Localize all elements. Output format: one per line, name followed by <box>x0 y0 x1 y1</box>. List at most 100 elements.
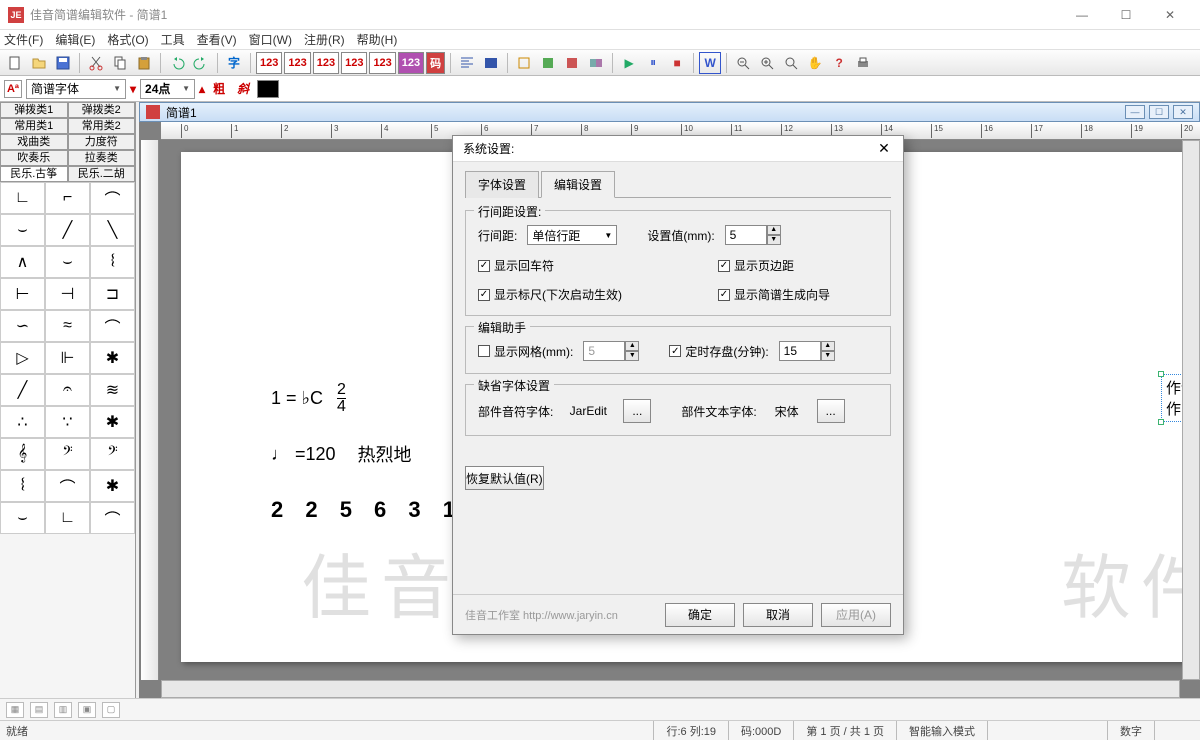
palette-cell-1[interactable]: ⌐ <box>45 182 90 214</box>
tab-edit-settings[interactable]: 编辑设置 <box>541 171 615 198</box>
align-block-button[interactable] <box>480 52 502 74</box>
palette-tab-1[interactable]: 弹拨类2 <box>68 102 136 118</box>
show-ruler-checkbox[interactable]: ✓显示标尺(下次启动生效) <box>478 286 622 303</box>
cancel-button[interactable]: 取消 <box>743 603 813 627</box>
menu-tools[interactable]: 工具 <box>161 31 185 48</box>
cut-button[interactable] <box>85 52 107 74</box>
palette-cell-18[interactable]: ╱ <box>0 374 45 406</box>
code-123-1[interactable]: 123 <box>256 52 282 74</box>
palette-cell-2[interactable]: ⌒ <box>90 182 135 214</box>
font-button[interactable]: 字 <box>223 52 245 74</box>
zoom-fit-button[interactable] <box>780 52 802 74</box>
copy-button[interactable] <box>109 52 131 74</box>
print-button[interactable] <box>852 52 874 74</box>
palette-cell-31[interactable]: ∟ <box>45 502 90 534</box>
palette-cell-20[interactable]: ≋ <box>90 374 135 406</box>
palette-cell-29[interactable]: ✱ <box>90 470 135 502</box>
palette-cell-10[interactable]: ⊣ <box>45 278 90 310</box>
palette-cell-14[interactable]: ⌒ <box>90 310 135 342</box>
palette-cell-17[interactable]: ✱ <box>90 342 135 374</box>
menu-file[interactable]: 文件(F) <box>4 31 43 48</box>
help-button[interactable]: ? <box>828 52 850 74</box>
vertical-scrollbar[interactable] <box>1182 140 1200 680</box>
restore-defaults-button[interactable]: 恢复默认值(R) <box>465 466 544 490</box>
font-size-combo[interactable]: 24点 <box>140 79 195 99</box>
play-button[interactable]: ▶ <box>618 52 640 74</box>
palette-cell-19[interactable]: 𝄐 <box>45 374 90 406</box>
palette-tab-5[interactable]: 力度符 <box>68 134 136 150</box>
palette-cell-23[interactable]: ✱ <box>90 406 135 438</box>
insert-1-button[interactable] <box>513 52 535 74</box>
palette-cell-13[interactable]: ≈ <box>45 310 90 342</box>
view-mode-4[interactable]: ▣ <box>78 702 96 718</box>
palette-cell-9[interactable]: ⊢ <box>0 278 45 310</box>
view-mode-3[interactable]: ▥ <box>54 702 72 718</box>
palette-cell-11[interactable]: ⊐ <box>90 278 135 310</box>
maximize-button[interactable]: ☐ <box>1104 1 1148 29</box>
palette-tab-7[interactable]: 拉奏类 <box>68 150 136 166</box>
view-mode-5[interactable]: ▢ <box>102 702 120 718</box>
palette-cell-26[interactable]: 𝄢 <box>90 438 135 470</box>
align-left-button[interactable] <box>456 52 478 74</box>
new-button[interactable] <box>4 52 26 74</box>
show-grid-checkbox[interactable]: 显示网格(mm): <box>478 343 573 360</box>
palette-tab-6[interactable]: 吹奏乐 <box>0 150 68 166</box>
menu-register[interactable]: 注册(R) <box>304 31 345 48</box>
palette-cell-3[interactable]: ⌣ <box>0 214 45 246</box>
palette-cell-28[interactable]: ⌒ <box>45 470 90 502</box>
italic-button[interactable]: 斜 <box>233 80 253 97</box>
code-123-3[interactable]: 123 <box>313 52 339 74</box>
size-up-button[interactable]: ▴ <box>199 82 205 96</box>
bold-button[interactable]: 粗 <box>209 80 229 97</box>
palette-cell-30[interactable]: ⌣ <box>0 502 45 534</box>
menu-view[interactable]: 查看(V) <box>197 31 237 48</box>
menu-help[interactable]: 帮助(H) <box>357 31 398 48</box>
show-return-checkbox[interactable]: ✓显示回车符 <box>478 257 554 274</box>
hand-button[interactable]: ✋ <box>804 52 826 74</box>
menu-edit[interactable]: 编辑(E) <box>55 31 95 48</box>
palette-cell-22[interactable]: ∵ <box>45 406 90 438</box>
view-mode-1[interactable]: ▦ <box>6 702 24 718</box>
stop-button[interactable]: ■ <box>666 52 688 74</box>
palette-cell-7[interactable]: ⌣ <box>45 246 90 278</box>
palette-tab-8[interactable]: 民乐.古筝 <box>0 166 68 182</box>
grid-value-spinner[interactable]: ▲▼ <box>583 341 639 361</box>
undo-button[interactable] <box>166 52 188 74</box>
line-spacing-combo[interactable]: 单倍行距 <box>527 225 617 245</box>
code-ma[interactable]: 码 <box>426 52 445 74</box>
close-button[interactable]: ✕ <box>1148 1 1192 29</box>
insert-2-button[interactable] <box>537 52 559 74</box>
export-w-button[interactable]: W <box>699 52 721 74</box>
code-123-5[interactable]: 123 <box>369 52 395 74</box>
menu-window[interactable]: 窗口(W) <box>249 31 292 48</box>
zoom-out-button[interactable] <box>732 52 754 74</box>
pause-button[interactable]: ⏸ <box>642 52 664 74</box>
view-mode-2[interactable]: ▤ <box>30 702 48 718</box>
palette-cell-8[interactable]: 𝄔 <box>90 246 135 278</box>
palette-cell-5[interactable]: ╲ <box>90 214 135 246</box>
show-wizard-checkbox[interactable]: ✓显示简谱生成向导 <box>718 286 878 303</box>
text-font-browse-button[interactable]: ... <box>817 399 845 423</box>
font-name-combo[interactable]: 简谱字体 <box>26 79 126 99</box>
palette-cell-24[interactable]: 𝄞 <box>0 438 45 470</box>
code-123-4[interactable]: 123 <box>341 52 367 74</box>
doc-close-button[interactable]: ✕ <box>1173 105 1193 119</box>
palette-cell-27[interactable]: 𝄔 <box>0 470 45 502</box>
horizontal-scrollbar[interactable] <box>161 680 1180 698</box>
text-color-swatch[interactable] <box>257 80 279 98</box>
palette-cell-32[interactable]: ⌒ <box>90 502 135 534</box>
palette-cell-21[interactable]: ∴ <box>0 406 45 438</box>
palette-cell-12[interactable]: ∽ <box>0 310 45 342</box>
code-123-2[interactable]: 123 <box>284 52 310 74</box>
show-margin-checkbox[interactable]: ✓显示页边距 <box>718 257 878 274</box>
autosave-checkbox[interactable]: ✓定时存盘(分钟): <box>669 343 768 360</box>
open-button[interactable] <box>28 52 50 74</box>
insert-4-button[interactable] <box>585 52 607 74</box>
palette-cell-0[interactable]: ∟ <box>0 182 45 214</box>
palette-tab-0[interactable]: 弹拨类1 <box>0 102 68 118</box>
palette-tab-3[interactable]: 常用类2 <box>68 118 136 134</box>
dialog-close-button[interactable]: ✕ <box>875 140 893 158</box>
doc-maximize-button[interactable]: ☐ <box>1149 105 1169 119</box>
autosave-value-spinner[interactable]: ▲▼ <box>779 341 835 361</box>
palette-tab-9[interactable]: 民乐.二胡 <box>68 166 136 182</box>
